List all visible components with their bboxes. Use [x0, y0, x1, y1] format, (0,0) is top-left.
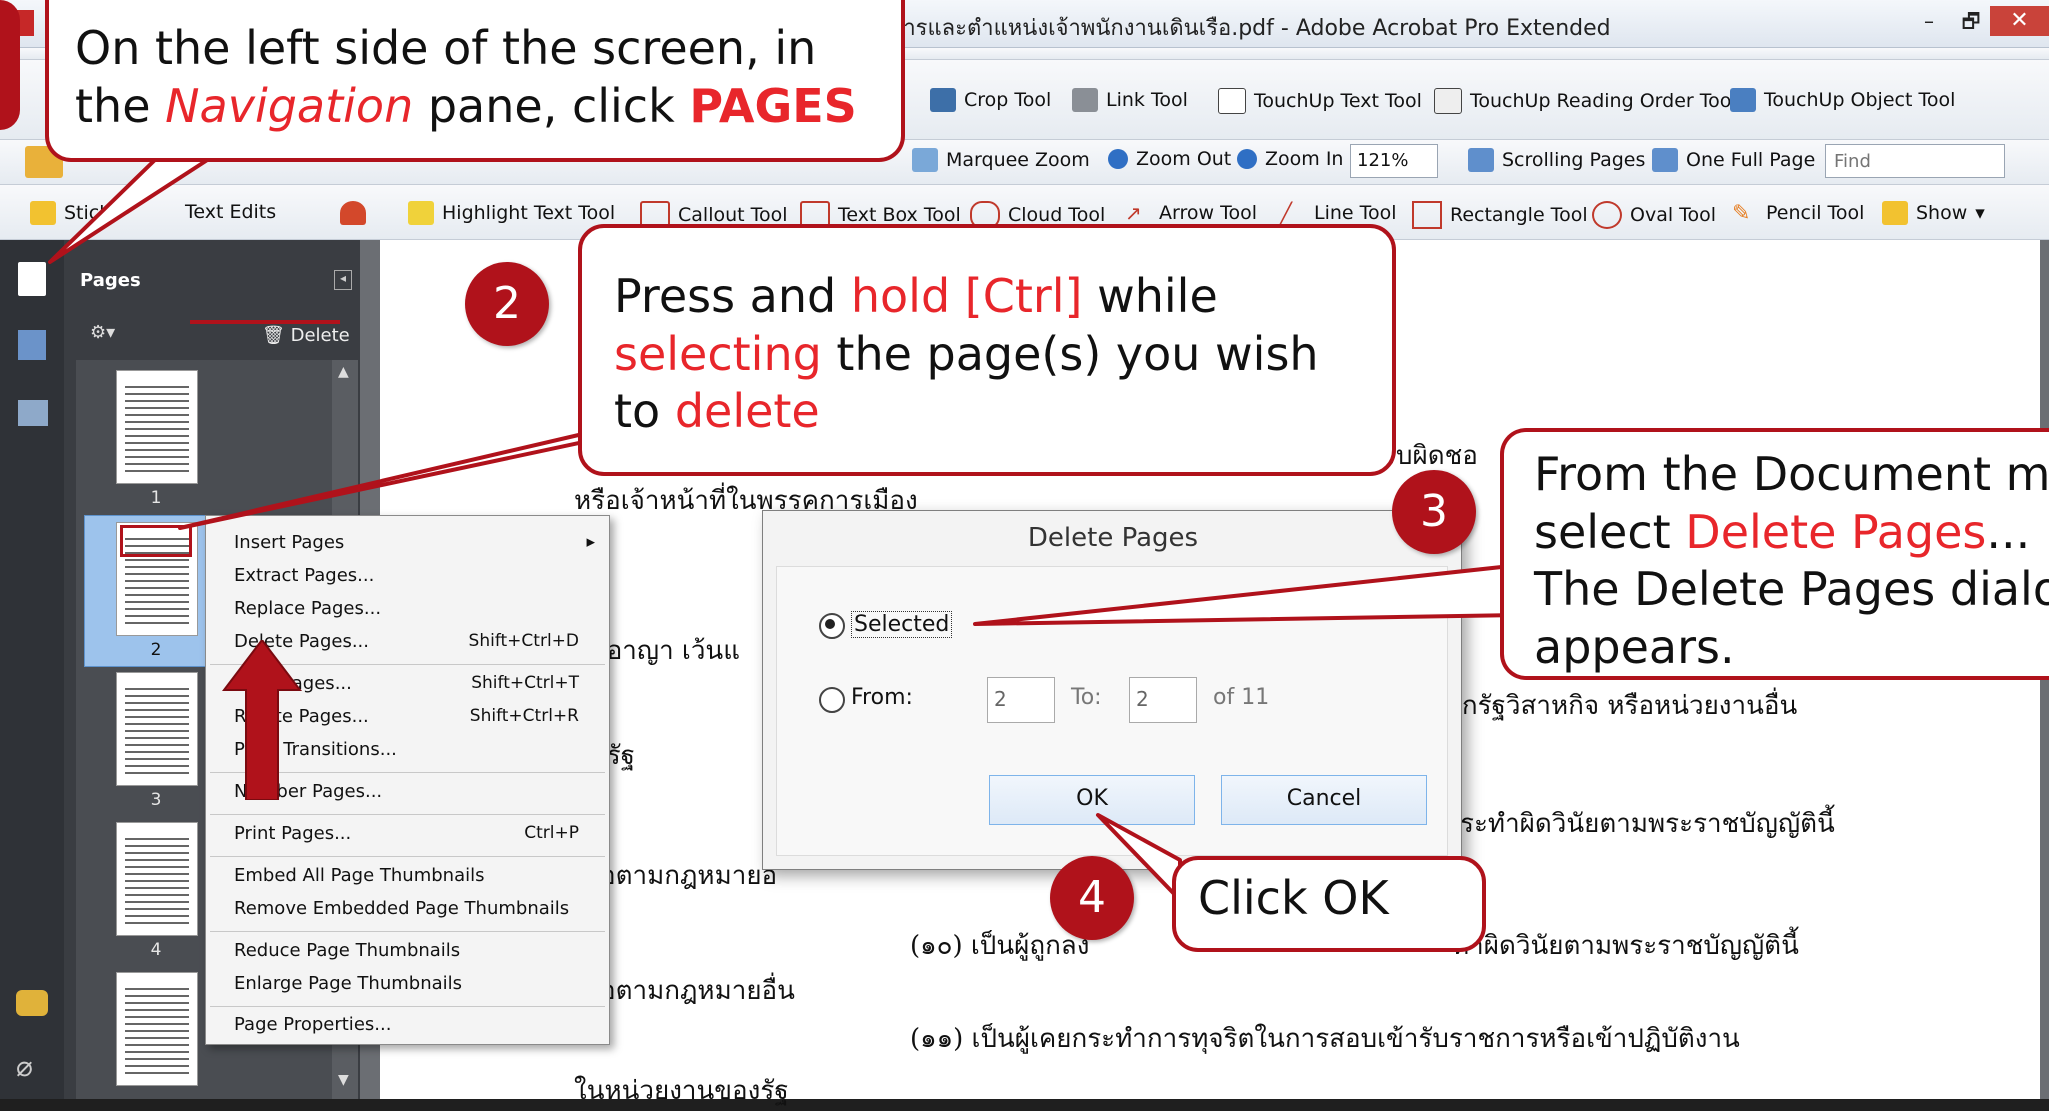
callout-text: Press and [614, 269, 851, 323]
callout-highlight: PAGES [689, 78, 857, 133]
callout-text: ... [1986, 504, 2031, 559]
step-4-badge: 4 [1050, 856, 1134, 940]
callout-highlight: hold [Ctrl] [850, 269, 1083, 323]
callout-highlight: Delete Pages [1685, 504, 1987, 559]
callout-highlight: selecting [614, 326, 822, 381]
step-1-marker [0, 0, 20, 130]
callout-text: The Delete Pages dialo [1534, 562, 2049, 616]
callout-highlight: Navigation [165, 78, 414, 133]
callout-step-2: Press and hold [Ctrl] while selecting th… [578, 224, 1396, 476]
callout-text: appears. [1534, 619, 1735, 674]
step-2-badge: 2 [465, 262, 549, 346]
callout-text: pane, click [413, 78, 690, 133]
step-3-badge: 3 [1392, 470, 1476, 554]
callout-text: select [1534, 504, 1686, 559]
callout-step-3: From the Document m select Delete Pages.… [1500, 428, 2049, 680]
callout-text: From the Document m [1534, 447, 2049, 501]
callout-step-4: Click OK [1172, 856, 1486, 952]
callout-highlight: delete [674, 384, 820, 438]
callout-step-1: On the left side of the screen, in the N… [45, 0, 905, 162]
callout-text: while [1082, 269, 1218, 323]
